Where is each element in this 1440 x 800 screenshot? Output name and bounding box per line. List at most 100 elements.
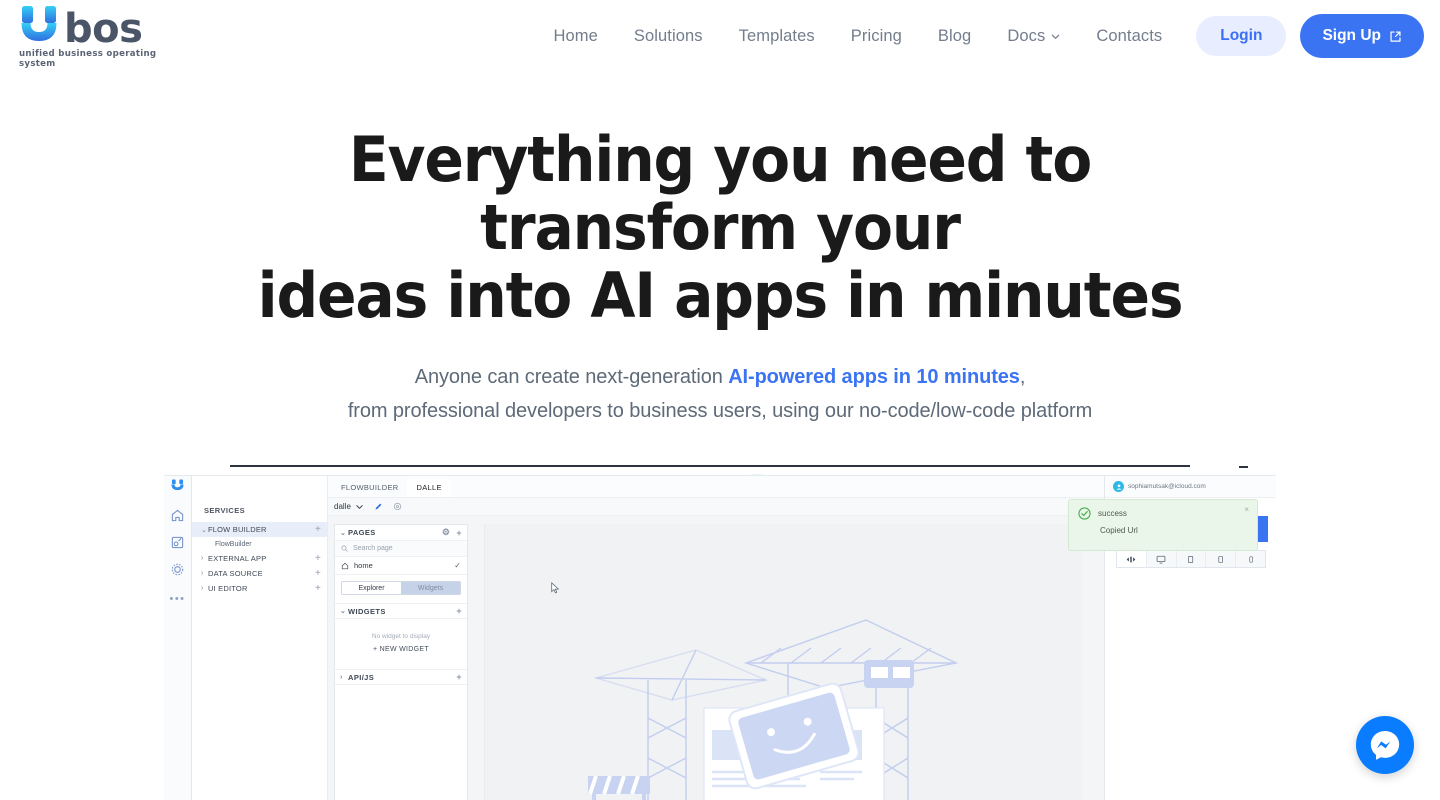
- nav-item-blog[interactable]: Blog: [920, 19, 989, 54]
- apps-icon[interactable]: [170, 535, 185, 550]
- explorer-widgets-toggle: Explorer Widgets: [341, 581, 461, 595]
- editor-canvas[interactable]: [484, 524, 1082, 800]
- site-header: bos unified business operating system Ho…: [0, 0, 1440, 72]
- avatar: [1113, 481, 1124, 492]
- desktop-glyph-icon: [1156, 555, 1166, 563]
- settings-icon[interactable]: ⚙: [442, 527, 450, 538]
- add-icon[interactable]: +: [315, 568, 321, 579]
- home-icon[interactable]: [170, 508, 185, 523]
- pages-header[interactable]: ⌄ PAGES ⚙ +: [335, 525, 467, 541]
- widgets-heading-label: WIDGETS: [348, 606, 386, 616]
- selected-app-label: dalle: [334, 502, 351, 511]
- apijs-header[interactable]: › API/JS +: [335, 669, 467, 685]
- service-item-label: DATA SOURCE: [208, 569, 263, 578]
- gear-icon[interactable]: [170, 562, 185, 577]
- services-panel: SERVICES ⌄ FLOW BUILDER + FlowBuilder › …: [192, 476, 328, 800]
- service-item-label: EXTERNAL APP: [208, 554, 267, 563]
- add-page-icon[interactable]: +: [456, 528, 462, 538]
- widgets-empty-state: No widget to display: [371, 633, 431, 640]
- apijs-heading-label: API/JS: [348, 672, 375, 682]
- service-item-data-source[interactable]: › DATA SOURCE +: [192, 566, 327, 581]
- new-widget-label: NEW WIDGET: [379, 646, 429, 653]
- toast-close-icon[interactable]: ×: [1244, 505, 1249, 514]
- signup-button[interactable]: Sign Up: [1300, 14, 1424, 58]
- pages-heading-label: PAGES: [348, 528, 376, 537]
- user-account-row[interactable]: sophiamutsak@icloud.com: [1105, 476, 1276, 498]
- page-item-label: home: [354, 561, 373, 570]
- add-icon[interactable]: +: [315, 583, 321, 594]
- chevron-down-icon: [1052, 34, 1060, 39]
- messenger-chat-button[interactable]: [1356, 716, 1414, 774]
- new-widget-button[interactable]: + NEW WIDGET: [335, 646, 467, 669]
- nav-item-solutions[interactable]: Solutions: [616, 19, 721, 54]
- external-link-icon: [1390, 30, 1401, 42]
- mockup-window: ••• SERVICES ⌄ FLOW BUILDER + FlowBuilde…: [164, 475, 1276, 800]
- ubos-logo-icon[interactable]: [170, 479, 185, 491]
- service-item-label: UI EDITOR: [208, 584, 248, 593]
- add-widget-icon[interactable]: +: [456, 606, 462, 616]
- nav-item-home[interactable]: Home: [535, 19, 615, 54]
- selected-app-dropdown[interactable]: dalle: [334, 502, 364, 511]
- nav-item-docs-label: Docs: [1007, 26, 1046, 45]
- search-icon: [341, 545, 348, 552]
- mobile-glyph-icon: [1249, 556, 1253, 562]
- editor-center: FLOWBUILDER DALLE dalle ⌄ PAGES ⚙ + Sear…: [328, 476, 1104, 800]
- canvas-sheet[interactable]: [499, 530, 1082, 800]
- hero-sub-line-2: from professional developers to business…: [347, 400, 1093, 422]
- login-button[interactable]: Login: [1196, 16, 1287, 56]
- brand-wordmark: bos: [64, 6, 143, 52]
- success-toast: success × Copied Url: [1068, 499, 1258, 551]
- add-api-icon[interactable]: +: [456, 672, 462, 682]
- segment-explorer[interactable]: Explorer: [342, 582, 401, 594]
- mockup-left-rail: •••: [164, 476, 192, 800]
- responsive-icon[interactable]: [1117, 551, 1147, 567]
- ubos-u-icon: [21, 6, 57, 41]
- target-icon[interactable]: [393, 502, 402, 511]
- nav-item-pricing[interactable]: Pricing: [833, 19, 920, 54]
- service-child-flowbuilder[interactable]: FlowBuilder: [192, 537, 327, 551]
- mobile-icon[interactable]: [1236, 551, 1265, 567]
- search-page-input[interactable]: Search page: [335, 541, 467, 557]
- user-email: sophiamutsak@icloud.com: [1128, 483, 1206, 490]
- add-icon[interactable]: +: [315, 553, 321, 564]
- widgets-header[interactable]: ⌄ WIDGETS +: [335, 603, 467, 619]
- tablet-portrait-icon[interactable]: [1206, 551, 1237, 567]
- editor-tabs: FLOWBUILDER DALLE: [328, 476, 1104, 498]
- services-heading: SERVICES: [204, 506, 245, 515]
- editor-subtoolbar: dalle: [328, 498, 1104, 516]
- tablet-portrait-glyph-icon: [1218, 555, 1224, 563]
- hero-subtitle: Anyone can create next-generation AI-pow…: [0, 360, 1440, 428]
- nav-item-docs[interactable]: Docs: [989, 19, 1078, 54]
- chevron-right-icon: ›: [201, 555, 204, 562]
- nav-item-templates[interactable]: Templates: [721, 19, 833, 54]
- service-item-flow-builder[interactable]: ⌄ FLOW BUILDER +: [192, 522, 327, 537]
- service-item-external-app[interactable]: › EXTERNAL APP +: [192, 551, 327, 566]
- home-icon: [341, 562, 349, 569]
- page-item-home[interactable]: home ✓: [335, 557, 467, 575]
- add-icon[interactable]: +: [315, 524, 321, 535]
- desktop-icon[interactable]: [1146, 551, 1177, 567]
- tab-flowbuilder[interactable]: FLOWBUILDER: [332, 479, 407, 497]
- pencil-icon[interactable]: [374, 502, 383, 511]
- service-item-ui-editor[interactable]: › UI EDITOR +: [192, 581, 327, 596]
- tablet-icon[interactable]: [1176, 551, 1207, 567]
- chevron-down-icon: ⌄: [340, 608, 347, 615]
- more-icon[interactable]: •••: [169, 593, 185, 605]
- check-icon: ✓: [454, 561, 461, 570]
- hero-sub-pre: Anyone can create next-generation: [414, 366, 729, 388]
- hero-title-line-1: Everything you need to transform your: [348, 123, 1092, 264]
- chevron-down-icon: ⌄: [201, 526, 208, 534]
- under-construction-illustration: [587, 619, 958, 800]
- user-icon: [1115, 483, 1122, 490]
- check-circle-icon: [1078, 507, 1091, 520]
- brand-logo[interactable]: bos unified business operating system: [16, 6, 171, 69]
- accent-strip: [1258, 516, 1268, 542]
- nav-item-contacts[interactable]: Contacts: [1078, 19, 1180, 54]
- chevron-down-icon: [356, 505, 363, 510]
- segment-widgets[interactable]: Widgets: [401, 582, 460, 594]
- hero-sub-post: ,: [1019, 366, 1026, 388]
- hero-title-line-2: ideas into AI apps in minutes: [257, 259, 1184, 332]
- main-nav: Home Solutions Templates Pricing Blog Do…: [535, 14, 1424, 58]
- tab-dalle[interactable]: DALLE: [407, 479, 451, 497]
- hero-sub-highlight: AI-powered apps in 10 minutes: [728, 366, 1020, 388]
